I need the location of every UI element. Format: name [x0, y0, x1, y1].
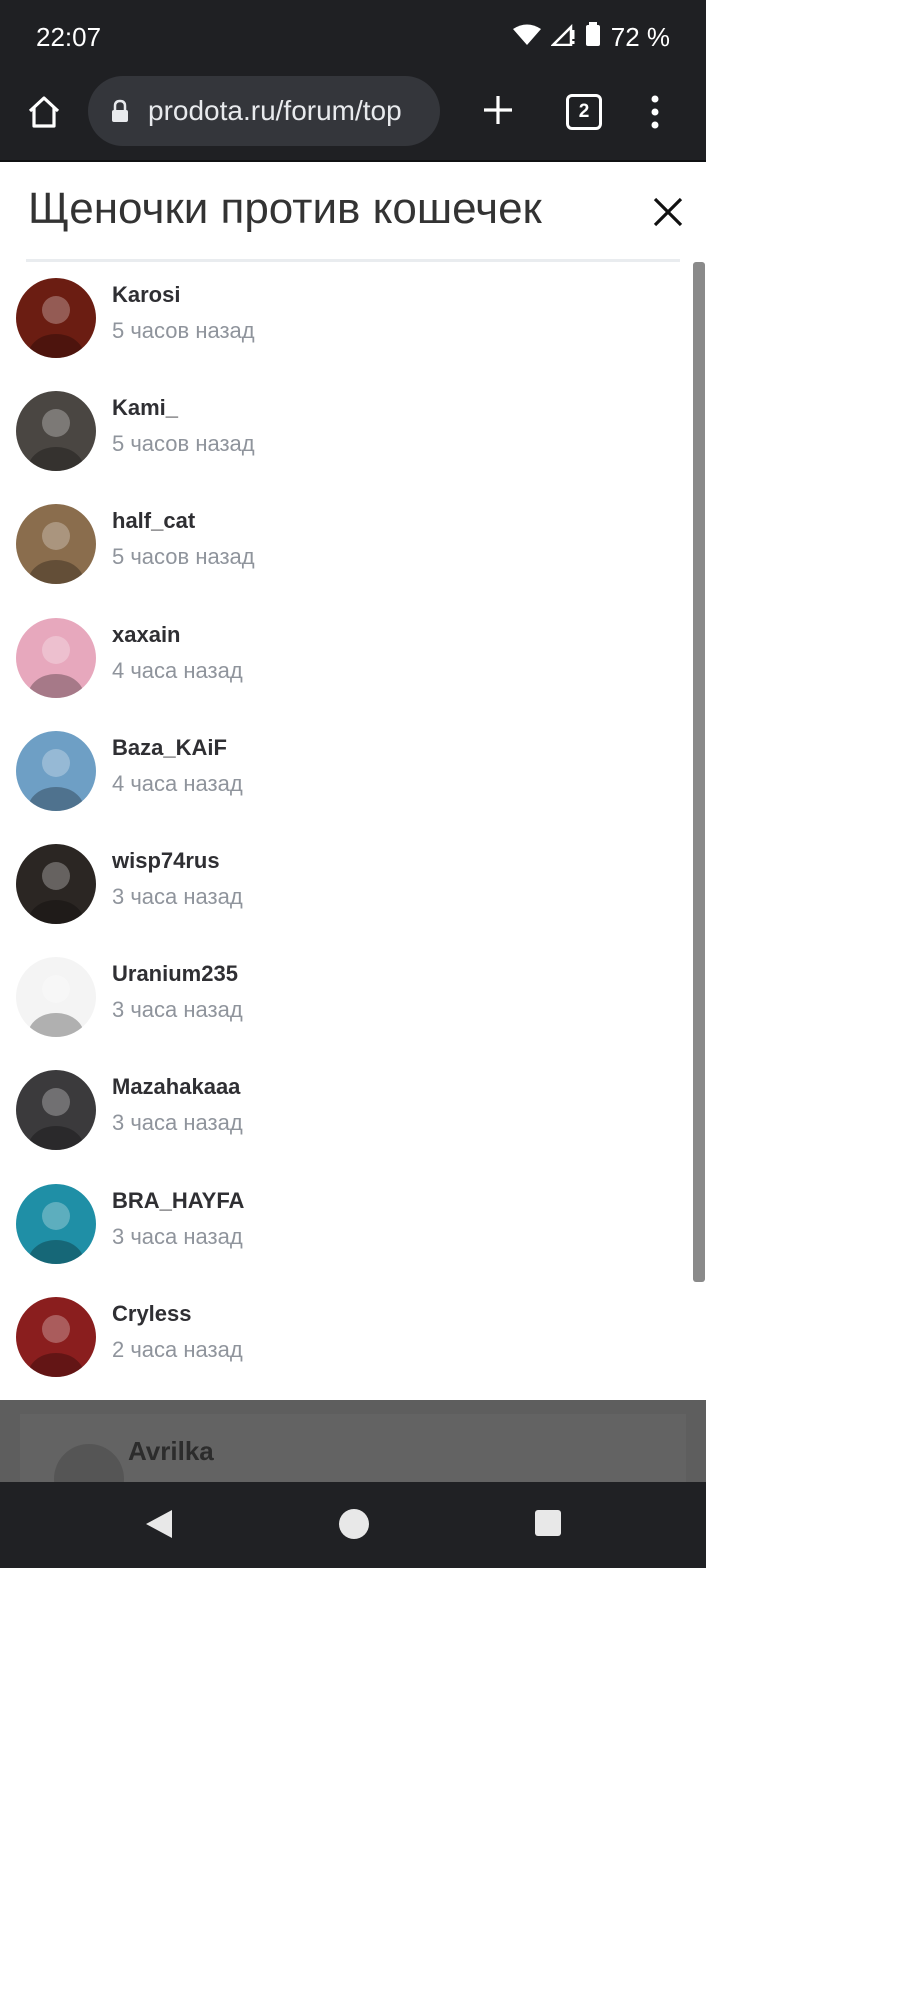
- avatar[interactable]: [16, 843, 96, 924]
- avatar[interactable]: [16, 278, 96, 358]
- wifi-icon: [512, 22, 541, 53]
- background-username: Avrilka: [128, 1436, 214, 1466]
- list-item[interactable]: wisp74rus 3 часа назад: [0, 828, 690, 941]
- list-item[interactable]: half_cat 5 часов назад: [0, 488, 690, 601]
- timestamp: 3 часа назад: [112, 1110, 243, 1136]
- browser-toolbar: prodota.ru/forum/top 2: [0, 76, 706, 162]
- username-link[interactable]: half_cat: [112, 508, 195, 534]
- background-card: [20, 1414, 686, 1482]
- status-bar: 22:07 72 %: [0, 0, 706, 76]
- username-link[interactable]: wisp74rus: [112, 848, 220, 874]
- username-link[interactable]: Cryless: [112, 1301, 192, 1327]
- recents-icon[interactable]: [534, 1508, 562, 1543]
- list-item[interactable]: BRA_HAYFA 3 часа назад: [0, 1168, 690, 1281]
- url-bar[interactable]: prodota.ru/forum/top: [88, 76, 440, 146]
- battery-percent: 72 %: [610, 22, 670, 52]
- scrollbar[interactable]: [693, 262, 705, 1282]
- list-item[interactable]: Kami_ 5 часов назад: [0, 375, 690, 488]
- username-link[interactable]: Kami_: [112, 395, 178, 421]
- timestamp: 3 часа назад: [112, 1223, 243, 1249]
- user-list: Karosi 5 часов назад Kami_ 5 часов назад hal…: [0, 262, 690, 1394]
- tab-count: 2: [566, 94, 602, 130]
- lock-icon: [110, 99, 130, 123]
- timestamp: 4 часа назад: [112, 657, 243, 683]
- avatar[interactable]: [16, 1070, 96, 1151]
- avatar[interactable]: [16, 504, 96, 585]
- list-item[interactable]: Uranium235 3 часа назад: [0, 941, 690, 1054]
- battery-icon: [585, 22, 601, 53]
- timestamp: 5 часов назад: [112, 431, 255, 457]
- menu-icon[interactable]: [640, 92, 670, 132]
- status-icons: 72 %: [512, 22, 670, 53]
- username-link[interactable]: Mazahakaaa: [112, 1074, 240, 1100]
- avatar[interactable]: [16, 391, 96, 472]
- modal-dialog: Щеночки против кошечек Karosi 5 часов наз…: [0, 162, 706, 1482]
- avatar[interactable]: [16, 730, 96, 811]
- list-item[interactable]: Baza_KAiF 4 часа назад: [0, 715, 690, 828]
- timestamp: 5 часов назад: [112, 318, 255, 343]
- avatar[interactable]: [16, 957, 96, 1038]
- timestamp: 3 часа назад: [112, 883, 243, 909]
- timestamp: 3 часа назад: [112, 997, 243, 1023]
- tab-switcher-button[interactable]: 2: [566, 94, 602, 130]
- avatar[interactable]: [16, 1296, 96, 1377]
- new-tab-icon[interactable]: [478, 90, 518, 130]
- avatar: [54, 1444, 124, 1482]
- list-item[interactable]: Mazahakaaa 3 часа назад: [0, 1054, 690, 1167]
- background-overlay: Avrilka: [0, 1400, 706, 1482]
- status-time: 22:07: [36, 22, 102, 52]
- timestamp: 4 часа назад: [112, 770, 243, 796]
- username-link[interactable]: Baza_KAiF: [112, 735, 227, 761]
- username-link[interactable]: Uranium235: [112, 961, 238, 987]
- timestamp: 5 часов назад: [112, 544, 255, 570]
- list-item[interactable]: xaxain 4 часа назад: [0, 602, 690, 715]
- username-link[interactable]: xaxain: [112, 622, 181, 648]
- home-nav-icon[interactable]: [338, 1508, 370, 1545]
- timestamp: 2 часа назад: [112, 1336, 243, 1362]
- url-text: prodota.ru/forum/top: [148, 95, 402, 126]
- username-link[interactable]: Karosi: [112, 282, 180, 308]
- avatar[interactable]: [16, 617, 96, 698]
- list-item[interactable]: Karosi 5 часов назад: [0, 262, 690, 375]
- back-icon[interactable]: [144, 1508, 174, 1545]
- username-link[interactable]: BRA_HAYFA: [112, 1188, 244, 1214]
- close-icon[interactable]: [648, 192, 688, 232]
- list-item[interactable]: Cryless 2 часа назад: [0, 1281, 690, 1394]
- home-icon[interactable]: [22, 90, 66, 134]
- signal-icon: [549, 22, 575, 53]
- system-nav-bar: [0, 1482, 706, 1568]
- avatar[interactable]: [16, 1183, 96, 1264]
- modal-title: Щеночки против кошечек: [28, 184, 542, 233]
